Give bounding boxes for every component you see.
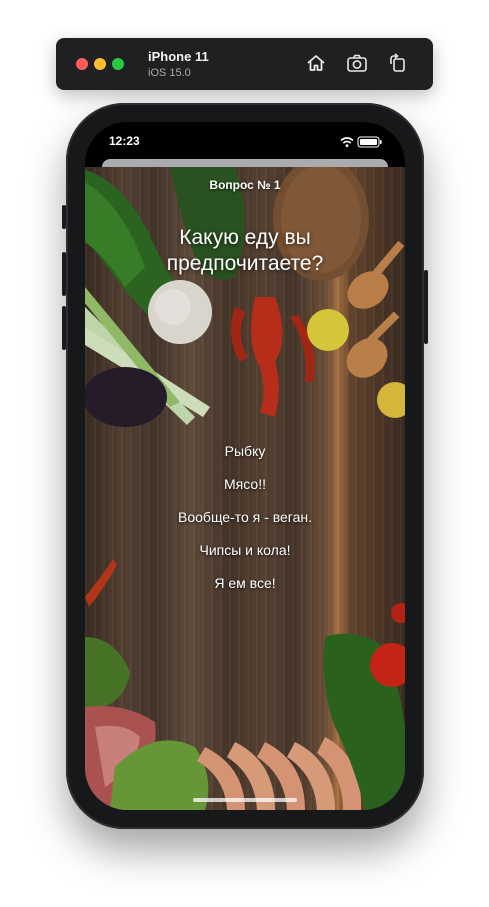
answer-button-chips-cola[interactable]: Чипсы и кола! [85,533,405,566]
rotate-icon [390,53,405,72]
power-button [424,270,428,344]
status-icons [339,135,383,148]
quiz-sheet: Вопрос № 1 Какую еду вы предпочитаете? Р… [85,157,405,810]
simulator-window: iPhone 11 iOS 15.0 12:23 Вопрос № 1 Каку… [0,0,489,907]
os-version: iOS 15.0 [148,67,191,79]
question-title: Какую еду вы предпочитаете? [166,226,324,275]
answer-button-fish[interactable]: Рыбку [85,434,405,467]
home-indicator[interactable] [193,798,297,802]
rotate-button[interactable] [387,52,409,74]
battery-icon [357,136,382,148]
question-number-label: Вопрос № 1 [209,178,281,192]
device-screen: 12:23 Вопрос № 1 Какую еду вы предпочита… [85,122,405,810]
minimize-window-button[interactable] [94,58,106,70]
answer-button-meat[interactable]: Мясо!! [85,467,405,500]
home-button[interactable] [305,52,327,74]
close-window-button[interactable] [76,58,88,70]
wifi-icon [340,137,354,147]
status-time: 12:23 [109,134,140,148]
screenshot-icon [347,54,367,72]
device-name: iPhone 11 [148,49,209,64]
screenshot-button[interactable] [346,52,368,74]
answer-list: Рыбку Мясо!! Вообще-то я - веган. Чипсы … [85,434,405,599]
answer-button-eat-everything[interactable]: Я ем все! [85,566,405,599]
zoom-window-button[interactable] [112,58,124,70]
answer-button-vegan[interactable]: Вообще-то я - веган. [85,500,405,533]
home-icon [307,55,325,71]
quiz-content: Вопрос № 1 Какую еду вы предпочитаете? Р… [85,167,405,810]
simulator-toolbar: iPhone 11 iOS 15.0 [56,38,433,90]
